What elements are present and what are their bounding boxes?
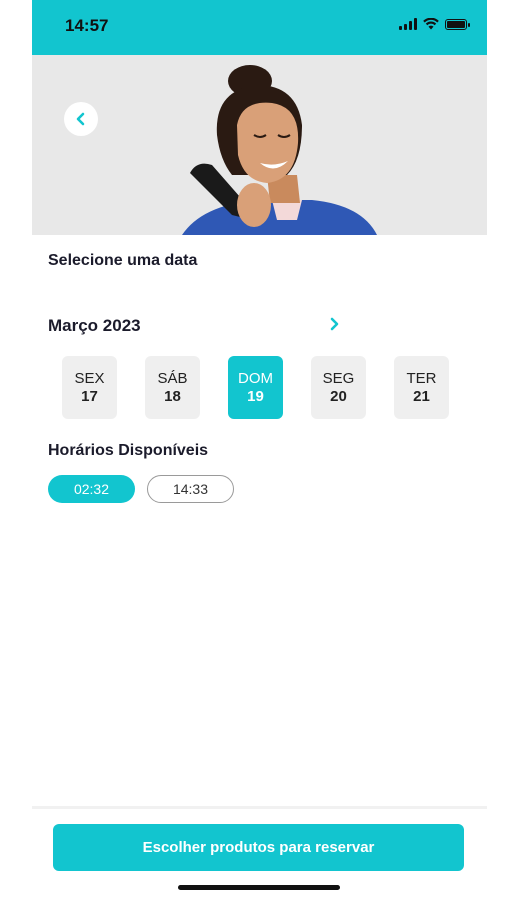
screen: 14:57 Selecione uma data Março 2023 SEX …	[32, 0, 487, 900]
choose-products-button[interactable]: Escolher produtos para reservar	[53, 824, 464, 871]
back-button[interactable]	[64, 102, 98, 136]
day-number: 18	[164, 387, 181, 405]
hero-photo	[182, 65, 377, 235]
time-slot-selected[interactable]: 02:32	[48, 475, 135, 503]
day-number: 20	[330, 387, 347, 405]
time-slots: 02:32 14:33	[48, 475, 234, 503]
status-bar: 14:57	[32, 0, 487, 55]
day-seg-20[interactable]: SEG 20	[311, 356, 366, 419]
day-sex-17[interactable]: SEX 17	[62, 356, 117, 419]
day-number: 21	[413, 387, 430, 405]
month-label: Março 2023	[48, 316, 141, 335]
status-icons	[399, 18, 470, 30]
wifi-icon	[423, 18, 439, 30]
day-ter-21[interactable]: TER 21	[394, 356, 449, 419]
chevron-left-icon	[76, 112, 85, 126]
battery-icon	[445, 18, 470, 30]
day-name: SEX	[74, 369, 105, 387]
day-selector: SEX 17 SÁB 18 DOM 19 SEG 20 TER 21	[62, 356, 449, 419]
day-name: DOM	[238, 369, 273, 387]
chevron-right-icon	[330, 317, 339, 331]
status-time: 14:57	[65, 16, 109, 35]
signal-icon	[399, 18, 417, 30]
hero-banner	[32, 55, 487, 235]
day-number: 17	[81, 387, 98, 405]
select-date-title: Selecione uma data	[48, 252, 198, 269]
day-name: SEG	[322, 369, 355, 387]
footer-divider	[32, 806, 487, 809]
home-indicator	[178, 885, 340, 890]
day-name: TER	[406, 369, 437, 387]
next-month-button[interactable]	[325, 314, 345, 334]
day-number: 19	[247, 387, 264, 405]
day-sab-18[interactable]: SÁB 18	[145, 356, 200, 419]
day-dom-19-selected[interactable]: DOM 19	[228, 356, 283, 419]
available-times-title: Horários Disponíveis	[48, 442, 209, 459]
day-name: SÁB	[157, 369, 188, 387]
time-slot[interactable]: 14:33	[147, 475, 234, 503]
